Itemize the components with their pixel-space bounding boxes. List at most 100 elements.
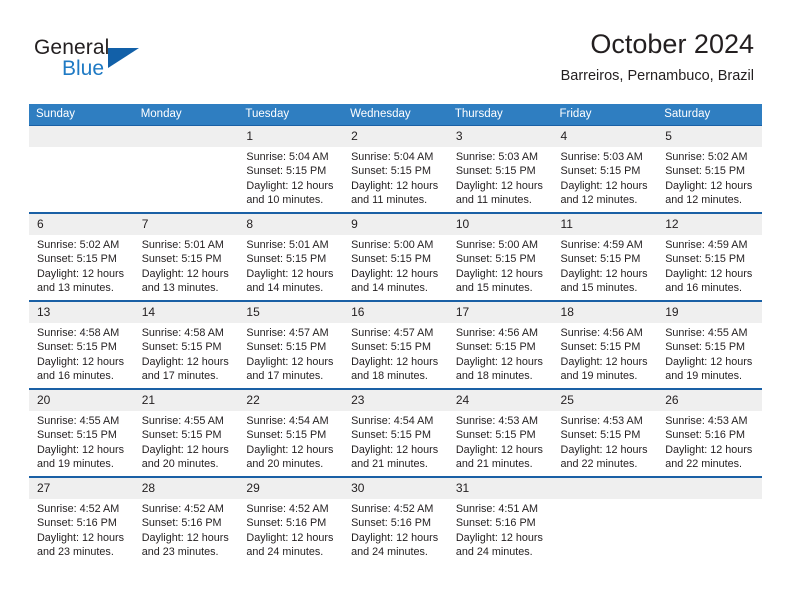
calendar-day-cell[interactable]: 10 Sunrise: 5:00 AM Sunset: 5:15 PM Dayligh… xyxy=(447,212,553,301)
day-number: 20 xyxy=(29,390,134,411)
calendar-day-cell[interactable]: 16 Sunrise: 4:57 AM Sunset: 5:15 PM Dayligh… xyxy=(343,300,448,389)
day-details: Sunrise: 4:54 AM Sunset: 5:15 PM Daylight:… xyxy=(343,411,448,471)
calendar-day-cell[interactable]: 15 Sunrise: 4:57 AM Sunset: 5:15 PM Dayligh… xyxy=(238,300,344,389)
day-details: Sunrise: 4:52 AM Sunset: 5:16 PM Daylight:… xyxy=(134,499,239,559)
daylight-text-line1: Daylight: 12 hours xyxy=(560,443,648,456)
day-number: 23 xyxy=(343,390,448,411)
sunset-text: Sunset: 5:16 PM xyxy=(455,517,536,530)
calendar-day-cell[interactable]: 18 Sunrise: 4:56 AM Sunset: 5:15 PM Dayligh… xyxy=(552,300,658,389)
daylight-text-line1: Daylight: 12 hours xyxy=(141,355,229,368)
day-details: Sunrise: 4:56 AM Sunset: 5:15 PM Daylight:… xyxy=(448,323,553,383)
day-number xyxy=(657,478,762,499)
page-title: October 2024 xyxy=(590,29,754,59)
daylight-text-line1: Daylight: 12 hours xyxy=(665,443,753,456)
daylight-text-line2: and 11 minutes. xyxy=(351,193,428,206)
daylight-text-line1: Daylight: 12 hours xyxy=(455,443,543,456)
day-details: Sunrise: 5:03 AM Sunset: 5:15 PM Daylight:… xyxy=(448,147,553,207)
day-details: Sunrise: 5:04 AM Sunset: 5:15 PM Daylight:… xyxy=(238,147,343,207)
sunrise-text: Sunrise: 4:58 AM xyxy=(37,327,120,339)
day-number: 29 xyxy=(238,478,344,499)
sunrise-text: Sunrise: 5:03 AM xyxy=(560,151,643,163)
daylight-text-line2: and 13 minutes. xyxy=(141,281,219,294)
day-number: 10 xyxy=(447,214,553,235)
calendar-day-cell[interactable]: 26 Sunrise: 4:53 AM Sunset: 5:16 PM Dayligh… xyxy=(657,388,762,477)
sunrise-text: Sunrise: 4:52 AM xyxy=(141,503,224,515)
daylight-text-line1: Daylight: 12 hours xyxy=(351,443,439,456)
calendar-day-cell[interactable]: 7 Sunrise: 5:01 AM Sunset: 5:15 PM Daylight… xyxy=(133,212,239,301)
calendar-day-cell[interactable]: 1 Sunrise: 5:04 AM Sunset: 5:15 PM Daylight… xyxy=(238,125,344,213)
calendar-day-cell[interactable]: 17 Sunrise: 4:56 AM Sunset: 5:15 PM Dayligh… xyxy=(447,300,553,389)
sunrise-text: Sunrise: 5:00 AM xyxy=(351,239,434,251)
weekday-header-friday: Friday xyxy=(552,104,658,126)
day-number: 24 xyxy=(447,390,553,411)
daylight-text-line2: and 19 minutes. xyxy=(560,369,638,382)
calendar-day-cell[interactable]: 11 Sunrise: 4:59 AM Sunset: 5:15 PM Dayligh… xyxy=(552,212,658,301)
day-number: 8 xyxy=(238,214,344,235)
sunset-text: Sunset: 5:16 PM xyxy=(351,517,431,530)
calendar-day-cell[interactable]: 21 Sunrise: 4:55 AM Sunset: 5:15 PM Dayligh… xyxy=(133,388,239,477)
calendar-week-row: 20 Sunrise: 4:55 AM Sunset: 5:15 PM Dayligh… xyxy=(29,388,762,477)
daylight-text-line1: Daylight: 12 hours xyxy=(37,355,125,368)
day-number: 7 xyxy=(133,214,239,235)
daylight-text-line1: Daylight: 12 hours xyxy=(455,355,543,368)
day-details: Sunrise: 4:54 AM Sunset: 5:15 PM Daylight:… xyxy=(238,411,343,471)
daylight-text-line2: and 16 minutes. xyxy=(37,369,114,382)
calendar-day-cell[interactable]: 30 Sunrise: 4:52 AM Sunset: 5:16 PM Dayligh… xyxy=(343,476,448,564)
calendar-day-cell[interactable]: 5 Sunrise: 5:02 AM Sunset: 5:15 PM Daylight… xyxy=(657,125,762,213)
calendar-day-cell[interactable]: 20 Sunrise: 4:55 AM Sunset: 5:15 PM Dayligh… xyxy=(29,388,134,477)
day-number: 4 xyxy=(552,126,658,147)
daylight-text-line2: and 18 minutes. xyxy=(351,369,428,382)
day-number: 18 xyxy=(552,302,658,323)
triangle-icon xyxy=(108,48,139,68)
day-details: Sunrise: 5:02 AM Sunset: 5:15 PM Daylight:… xyxy=(29,235,134,295)
daylight-text-line2: and 19 minutes. xyxy=(37,457,114,470)
day-number: 3 xyxy=(447,126,553,147)
calendar-day-cell[interactable]: 29 Sunrise: 4:52 AM Sunset: 5:16 PM Dayligh… xyxy=(238,476,344,564)
weekday-header-monday: Monday xyxy=(133,104,239,126)
day-number: 27 xyxy=(29,478,134,499)
sunrise-text: Sunrise: 4:54 AM xyxy=(351,415,434,427)
calendar-day-cell[interactable]: 31 Sunrise: 4:51 AM Sunset: 5:16 PM Dayligh… xyxy=(447,476,553,564)
daylight-text-line2: and 20 minutes. xyxy=(141,457,219,470)
day-details: Sunrise: 4:55 AM Sunset: 5:15 PM Daylight:… xyxy=(29,411,134,471)
daylight-text-line2: and 23 minutes. xyxy=(141,545,219,558)
day-details: Sunrise: 4:53 AM Sunset: 5:16 PM Daylight:… xyxy=(657,411,762,471)
calendar-day-cell[interactable]: 8 Sunrise: 5:01 AM Sunset: 5:15 PM Daylight… xyxy=(238,212,344,301)
weekday-header-thursday: Thursday xyxy=(447,104,553,126)
daylight-text-line2: and 14 minutes. xyxy=(351,281,428,294)
daylight-text-line1: Daylight: 12 hours xyxy=(141,267,229,280)
calendar-day-cell[interactable]: 22 Sunrise: 4:54 AM Sunset: 5:15 PM Dayligh… xyxy=(238,388,344,477)
calendar-day-cell[interactable]: 23 Sunrise: 4:54 AM Sunset: 5:15 PM Dayligh… xyxy=(343,388,448,477)
daylight-text-line2: and 12 minutes. xyxy=(665,193,743,206)
general-blue-logo[interactable]: General Blue xyxy=(34,36,164,84)
day-details: Sunrise: 4:55 AM Sunset: 5:15 PM Daylight:… xyxy=(657,323,762,383)
calendar-day-cell[interactable]: 19 Sunrise: 4:55 AM Sunset: 5:15 PM Dayligh… xyxy=(657,300,762,389)
calendar-day-cell[interactable]: 14 Sunrise: 4:58 AM Sunset: 5:15 PM Dayligh… xyxy=(133,300,239,389)
calendar-day-cell[interactable]: 3 Sunrise: 5:03 AM Sunset: 5:15 PM Daylight… xyxy=(447,125,553,213)
sunrise-text: Sunrise: 5:00 AM xyxy=(455,239,539,251)
calendar-day-cell[interactable]: 4 Sunrise: 5:03 AM Sunset: 5:15 PM Daylight… xyxy=(552,125,658,213)
calendar-day-cell[interactable]: 24 Sunrise: 4:53 AM Sunset: 5:15 PM Dayligh… xyxy=(447,388,553,477)
day-details: Sunrise: 5:01 AM Sunset: 5:15 PM Daylight:… xyxy=(238,235,343,295)
daylight-text-line2: and 15 minutes. xyxy=(455,281,533,294)
daylight-text-line1: Daylight: 12 hours xyxy=(246,179,334,192)
sunset-text: Sunset: 5:15 PM xyxy=(560,429,641,442)
calendar-day-cell[interactable]: 9 Sunrise: 5:00 AM Sunset: 5:15 PM Daylight… xyxy=(343,212,448,301)
sunset-text: Sunset: 5:15 PM xyxy=(455,341,536,354)
day-number xyxy=(552,478,658,499)
calendar-day-cell[interactable]: 28 Sunrise: 4:52 AM Sunset: 5:16 PM Dayligh… xyxy=(133,476,239,564)
calendar-day-cell[interactable]: 13 Sunrise: 4:58 AM Sunset: 5:15 PM Dayligh… xyxy=(29,300,134,389)
calendar-day-cell[interactable]: 2 Sunrise: 5:04 AM Sunset: 5:15 PM Daylight… xyxy=(343,125,448,213)
day-details: Sunrise: 4:52 AM Sunset: 5:16 PM Daylight:… xyxy=(29,499,134,559)
calendar-day-cell[interactable]: 25 Sunrise: 4:53 AM Sunset: 5:15 PM Dayligh… xyxy=(552,388,658,477)
calendar-day-cell[interactable]: 12 Sunrise: 4:59 AM Sunset: 5:15 PM Dayligh… xyxy=(657,212,762,301)
day-details: Sunrise: 4:57 AM Sunset: 5:15 PM Daylight:… xyxy=(238,323,343,383)
weekday-header-wednesday: Wednesday xyxy=(343,104,448,126)
daylight-text-line1: Daylight: 12 hours xyxy=(665,267,753,280)
sunset-text: Sunset: 5:15 PM xyxy=(351,253,431,266)
calendar-day-cell[interactable]: 6 Sunrise: 5:02 AM Sunset: 5:15 PM Daylight… xyxy=(29,212,134,301)
day-number: 25 xyxy=(552,390,658,411)
sunset-text: Sunset: 5:15 PM xyxy=(455,253,536,266)
sunset-text: Sunset: 5:16 PM xyxy=(37,517,117,530)
calendar-day-cell[interactable]: 27 Sunrise: 4:52 AM Sunset: 5:16 PM Dayligh… xyxy=(29,476,134,564)
